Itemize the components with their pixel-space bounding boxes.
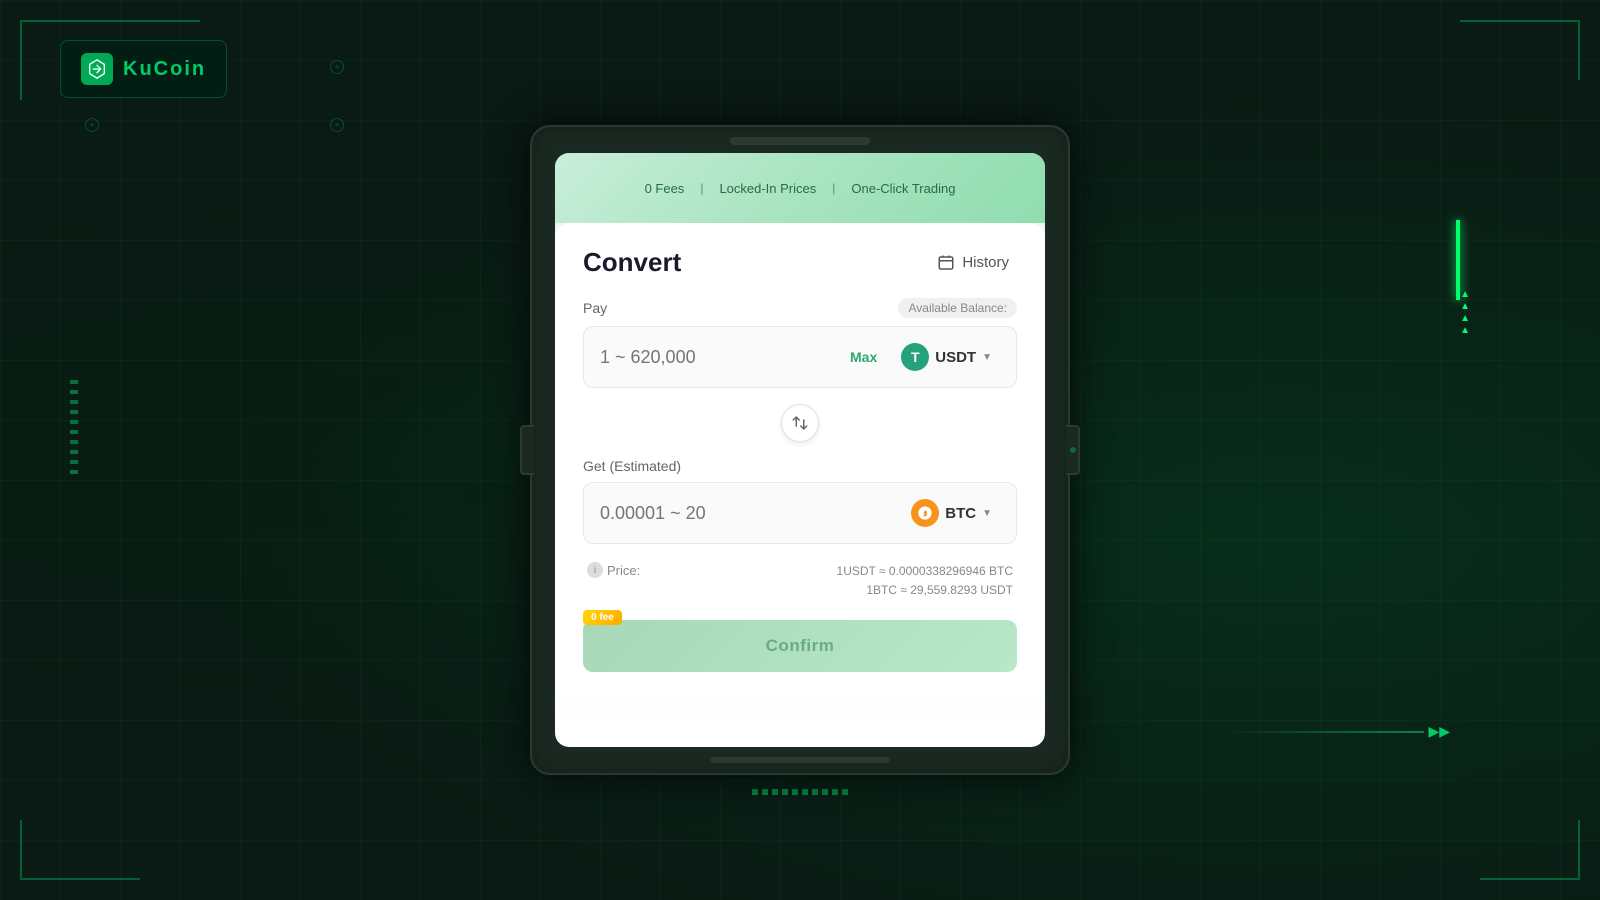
feature-fees: 0 Fees [645, 181, 685, 196]
right-accent-line [1456, 220, 1460, 300]
screw-tr [330, 60, 344, 74]
available-balance-badge: Available Balance: [898, 298, 1017, 318]
confirm-button[interactable]: Confirm [583, 620, 1017, 672]
device-top-bar [730, 137, 870, 145]
screw-br [330, 118, 344, 132]
get-currency-name: BTC [945, 505, 976, 522]
pay-currency-selector[interactable]: T USDT ▼ [893, 339, 1000, 375]
bottom-dashes [752, 789, 848, 795]
pay-amount-input[interactable] [600, 347, 834, 368]
left-connector [520, 425, 534, 475]
get-currency-selector[interactable]: BTC ▼ [903, 495, 1000, 531]
feature-prices: Locked-In Prices [719, 181, 816, 196]
price-label-area: i Price: [587, 562, 640, 578]
usdt-icon: T [901, 343, 929, 371]
get-section-header: Get (Estimated) [583, 458, 1017, 474]
corner-bracket-bl [20, 820, 140, 880]
device-frame: 0 Fees | Locked-In Prices | One-Click Tr… [530, 125, 1070, 775]
card-container: 0 Fees | Locked-In Prices | One-Click Tr… [555, 153, 1045, 747]
price-row: i Price: 1USDT ≈ 0.0000338296946 BTC 1BT… [583, 562, 1017, 600]
pay-currency-chevron: ▼ [982, 352, 992, 363]
price-info-icon: i [587, 562, 603, 578]
fee-badge: 0 fee [583, 610, 622, 625]
price-line-2: 1BTC ≈ 29,559.8293 USDT [837, 581, 1013, 600]
feature-trading: One-Click Trading [851, 181, 955, 196]
price-line-1: 1USDT ≈ 0.0000338296946 BTC [837, 562, 1013, 581]
pay-currency-name: USDT [935, 349, 976, 366]
pay-section-header: Pay Available Balance: [583, 298, 1017, 318]
pay-input-row: Max T USDT ▼ [583, 326, 1017, 388]
swap-container [583, 404, 1017, 442]
usdt-symbol: T [911, 349, 920, 365]
get-label: Get (Estimated) [583, 458, 681, 474]
confirm-btn-wrapper: 0 fee Confirm [583, 620, 1017, 672]
available-balance-label: Available Balance: [908, 301, 1007, 315]
get-amount-input[interactable] [600, 503, 893, 524]
divider-1: | [700, 181, 703, 195]
btc-icon [911, 499, 939, 527]
corner-bracket-tr [1460, 20, 1580, 80]
history-label: History [962, 254, 1009, 271]
swap-button[interactable] [781, 404, 819, 442]
convert-header: Convert History [583, 247, 1017, 278]
device-bottom [700, 747, 900, 773]
screw-bl [85, 118, 99, 132]
price-label: Price: [607, 563, 640, 578]
right-connector [1066, 425, 1080, 475]
bottom-right-arrows: ▶▶ [1224, 723, 1450, 740]
connector-dot [1070, 447, 1076, 453]
history-button[interactable]: History [928, 249, 1017, 277]
divider-2: | [832, 181, 835, 195]
pay-label: Pay [583, 300, 607, 316]
fees-label: 0 Fees [645, 181, 685, 196]
card-header-features: 0 Fees | Locked-In Prices | One-Click Tr… [555, 153, 1045, 223]
left-dashes [70, 380, 78, 474]
convert-title: Convert [583, 247, 681, 278]
price-values: 1USDT ≈ 0.0000338296946 BTC 1BTC ≈ 29,55… [837, 562, 1013, 600]
trading-label: One-Click Trading [851, 181, 955, 196]
max-button[interactable]: Max [844, 347, 883, 367]
get-currency-chevron: ▼ [982, 508, 992, 519]
prices-label: Locked-In Prices [719, 181, 816, 196]
screw-tl [85, 60, 99, 74]
right-arrows: ▲ ▲ ▲ ▲ [1460, 290, 1470, 336]
app-title: KuCoin [123, 58, 206, 81]
history-icon [936, 253, 956, 273]
corner-bracket-br [1480, 820, 1580, 880]
card-body: Convert History Pay [555, 223, 1045, 696]
device-bottom-bar [710, 757, 890, 763]
get-input-row: BTC ▼ [583, 482, 1017, 544]
